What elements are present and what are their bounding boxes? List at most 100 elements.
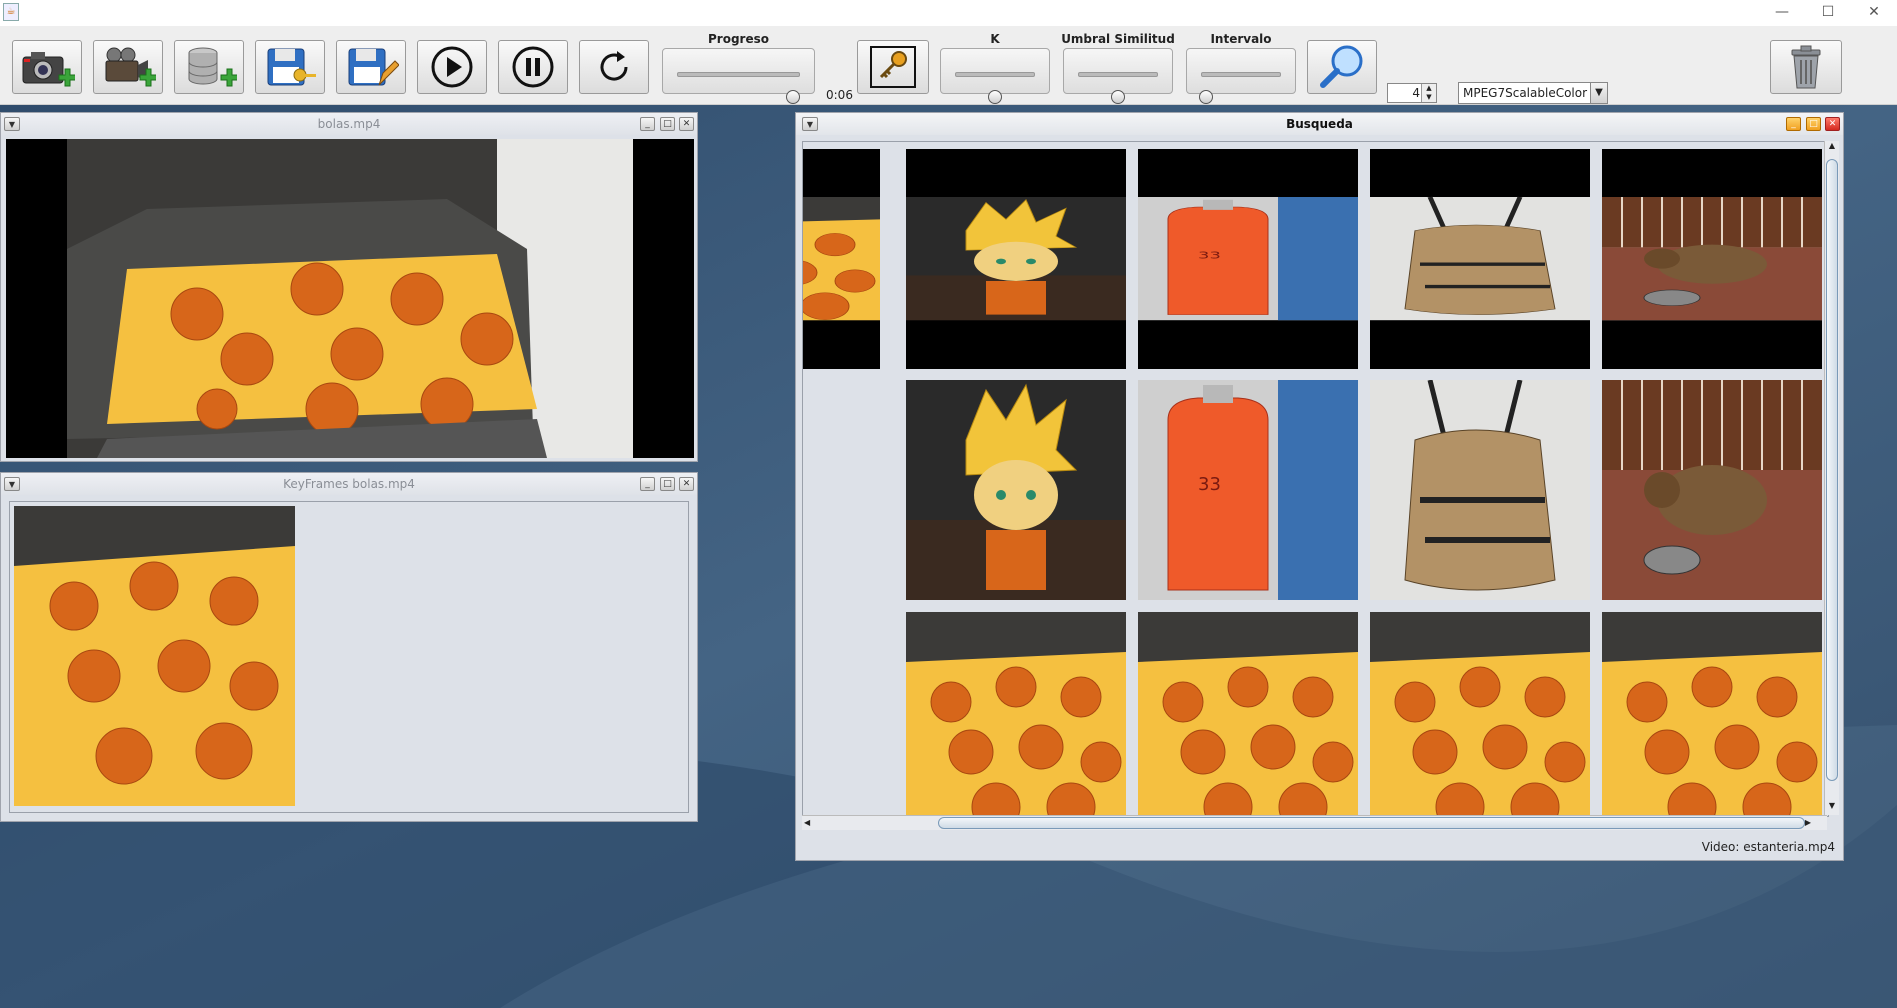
video-frame [6, 139, 694, 458]
result-thumbnail-dragon-balls[interactable] [803, 149, 880, 369]
result-thumbnail-figure[interactable] [906, 380, 1126, 600]
umbral-similitud-label: Umbral Similitud [1061, 32, 1175, 46]
save-key-button[interactable] [255, 40, 325, 94]
keyframe-thumbnail[interactable] [14, 506, 295, 806]
floppy-key-icon [267, 48, 316, 86]
progress-slider-thumb[interactable] [785, 90, 800, 104]
result-thumbnail-dragon-balls[interactable] [1602, 612, 1822, 816]
result-thumbnail-backpack[interactable] [1370, 149, 1590, 369]
scroll-right-icon[interactable]: ▶ [1805, 816, 1811, 830]
intervalo-slider-thumb[interactable] [1198, 90, 1213, 104]
chevron-down-icon[interactable]: ▼ [1590, 83, 1607, 103]
video-window-title[interactable]: bolas.mp4 [1, 113, 697, 135]
progress-label: Progreso [708, 32, 769, 46]
dragon-balls-video-image [67, 139, 633, 458]
window-menu-button[interactable]: ▼ [802, 117, 818, 131]
magnifier-icon [1320, 45, 1363, 88]
umbral-slider-thumb[interactable] [1111, 90, 1125, 104]
maximize-window-button[interactable]: ☐ [1805, 0, 1851, 26]
play-button[interactable] [417, 40, 487, 94]
pause-button[interactable] [498, 40, 568, 94]
horizontal-scroll-thumb[interactable] [938, 817, 1805, 829]
k-label: K [990, 32, 1000, 46]
close-window-button[interactable]: ✕ [1851, 0, 1897, 26]
video-camera-add-button[interactable] [93, 40, 163, 94]
result-thumbnail-backpack[interactable] [1370, 380, 1590, 600]
keyframes-panel [9, 501, 689, 813]
keyframes-window: KeyFrames bolas.mp4 ▼ _ □ ✕ [0, 472, 698, 822]
video-player-window: bolas.mp4 ▼ _ □ ✕ [0, 112, 698, 462]
search-results-window: Busqueda ▼ _ □ ✕ 33 33 ▲ ▼ ◀ ▶ Video: es… [795, 112, 1844, 861]
descriptor-select[interactable]: MPEG7ScalableColor ▼ [1458, 82, 1608, 104]
result-thumbnail-dragon-balls[interactable] [1138, 612, 1358, 816]
figure-image [906, 380, 1126, 600]
dragon-balls-image [1602, 612, 1822, 816]
k-track [955, 72, 1035, 104]
java-app-icon: ☕ [3, 3, 19, 21]
keyframes-window-title[interactable]: KeyFrames bolas.mp4 [1, 473, 697, 495]
spinner-arrows[interactable]: ▲ ▼ [1421, 84, 1436, 102]
time-readout: 0:06 [826, 88, 853, 102]
window-menu-button[interactable]: ▼ [4, 477, 20, 491]
scroll-down-icon[interactable]: ▼ [1825, 801, 1839, 815]
results-scroll-area[interactable]: 33 33 [802, 141, 1829, 817]
save-edit-button[interactable] [336, 40, 406, 94]
camera-add-button[interactable] [12, 40, 82, 94]
dog-image [1602, 149, 1822, 369]
iconify-button[interactable]: _ [640, 117, 655, 131]
result-thumbnail-dragon-balls[interactable] [906, 612, 1126, 816]
refresh-icon [600, 51, 628, 81]
iconify-button[interactable]: _ [640, 477, 655, 491]
close-button[interactable]: ✕ [679, 477, 694, 491]
k-slider[interactable]: K [940, 32, 1050, 104]
intervalo-label: Intervalo [1210, 32, 1272, 46]
k-count-spinner[interactable]: 4 ▲ ▼ [1387, 83, 1437, 103]
database-add-button[interactable] [174, 40, 244, 94]
keyframe-button[interactable] [857, 40, 929, 94]
app-titlebar: ☕ — ☐ ✕ [0, 0, 1897, 26]
key-icon [870, 46, 916, 88]
result-thumbnail-dog[interactable] [1602, 149, 1822, 369]
camera-plus-icon [22, 52, 75, 87]
vertical-scroll-thumb[interactable] [1826, 159, 1838, 781]
result-thumbnail-dog[interactable] [1602, 380, 1822, 600]
close-button[interactable]: ✕ [679, 117, 694, 131]
close-button[interactable]: ✕ [1825, 117, 1840, 131]
main-toolbar: Progreso 0:06 K Umbral Similitud Interva… [0, 26, 1897, 105]
spinner-value: 4 [1412, 86, 1420, 100]
window-menu-button[interactable]: ▼ [4, 117, 20, 131]
progress-slider[interactable]: Progreso [662, 32, 815, 104]
minimize-window-button[interactable]: — [1759, 0, 1805, 26]
search-status-text: Video: estanteria.mp4 [1701, 840, 1835, 854]
scroll-up-icon[interactable]: ▲ [1825, 141, 1839, 155]
search-button[interactable] [1307, 40, 1377, 94]
maximize-button[interactable]: □ [660, 117, 675, 131]
result-thumbnail-figure[interactable] [906, 149, 1126, 369]
intervalo-slider[interactable]: Intervalo [1186, 32, 1296, 104]
play-icon [431, 46, 473, 88]
k-slider-thumb[interactable] [988, 90, 1002, 104]
vertical-scrollbar[interactable]: ▲ ▼ [1824, 141, 1839, 815]
umbral-similitud-slider[interactable]: Umbral Similitud [1061, 32, 1175, 104]
svg-text:33: 33 [1198, 474, 1221, 495]
database-plus-icon [188, 47, 237, 87]
gas-bottle-image: 33 [1138, 380, 1358, 600]
result-thumbnail-gas-bottle[interactable]: 33 [1138, 149, 1358, 369]
horizontal-scrollbar[interactable]: ◀ ▶ [802, 815, 1827, 830]
dragon-balls-image [906, 612, 1126, 816]
iconify-button[interactable]: _ [1786, 117, 1801, 131]
descriptor-select-value: MPEG7ScalableColor [1463, 86, 1588, 100]
trash-button[interactable] [1770, 40, 1842, 94]
maximize-button[interactable]: □ [1806, 117, 1821, 131]
result-thumbnail-gas-bottle[interactable]: 33 [1138, 380, 1358, 600]
result-thumbnail-dragon-balls[interactable] [1370, 612, 1590, 816]
intervalo-track [1198, 72, 1281, 104]
restart-button[interactable] [579, 40, 649, 94]
scroll-left-icon[interactable]: ◀ [804, 816, 810, 830]
maximize-button[interactable]: □ [660, 477, 675, 491]
pause-icon [512, 46, 554, 88]
dragon-balls-image [803, 149, 880, 369]
search-window-title[interactable]: Busqueda [796, 113, 1843, 135]
video-camera-plus-icon [105, 47, 156, 87]
trash-icon [1791, 45, 1821, 89]
